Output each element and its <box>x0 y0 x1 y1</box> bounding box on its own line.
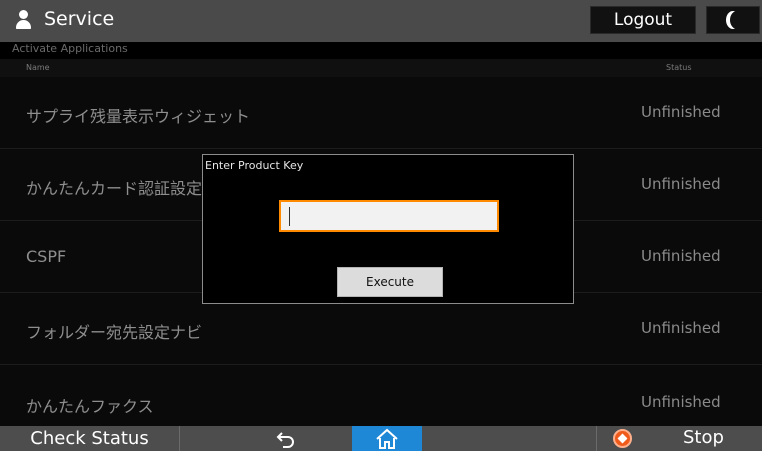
stop-button[interactable]: Stop <box>596 426 762 451</box>
app-name: かんたんファクス <box>26 397 154 416</box>
list-item[interactable]: かんたんファクス Unfinished <box>0 365 762 426</box>
title-bar: Service Logout <box>0 0 762 42</box>
back-arrow-icon <box>276 431 294 448</box>
page-subtitle: Activate Applications <box>12 42 128 55</box>
moon-icon <box>730 11 744 29</box>
app-status: Unfinished <box>641 103 721 121</box>
back-button[interactable] <box>266 426 306 451</box>
dialog-title: Enter Product Key <box>205 159 304 172</box>
logout-button[interactable]: Logout <box>590 6 696 34</box>
list-item[interactable]: サプライ残量表示ウィジェット Unfinished <box>0 77 762 149</box>
column-header-name: Name <box>26 63 50 72</box>
app-status: Unfinished <box>641 319 721 337</box>
user-icon <box>12 7 34 31</box>
stop-label: Stop <box>683 427 724 448</box>
app-name: フォルダー宛先設定ナビ <box>26 323 203 342</box>
app-status: Unfinished <box>641 175 721 193</box>
app-status: Unfinished <box>641 393 721 411</box>
app-name: かんたんカード認証設定 <box>26 179 203 198</box>
bottom-bar: Check Status Stop <box>0 426 762 451</box>
night-mode-button[interactable] <box>706 6 760 34</box>
column-header-status: Status <box>666 63 692 72</box>
app-name: サプライ残量表示ウィジェット <box>26 107 251 126</box>
page-title: Service <box>44 8 115 30</box>
stop-icon <box>613 429 632 448</box>
app-status: Unfinished <box>641 247 721 265</box>
product-key-input[interactable] <box>279 200 499 232</box>
execute-button[interactable]: Execute <box>337 267 443 297</box>
home-button[interactable] <box>352 426 422 451</box>
product-key-dialog: Enter Product Key Execute <box>202 154 574 304</box>
check-status-button[interactable]: Check Status <box>0 426 180 451</box>
app-name: CSPF <box>26 247 67 266</box>
list-header: Name Status <box>0 59 762 77</box>
title-group: Service <box>12 2 114 36</box>
home-icon <box>376 428 398 449</box>
text-caret <box>289 207 290 226</box>
